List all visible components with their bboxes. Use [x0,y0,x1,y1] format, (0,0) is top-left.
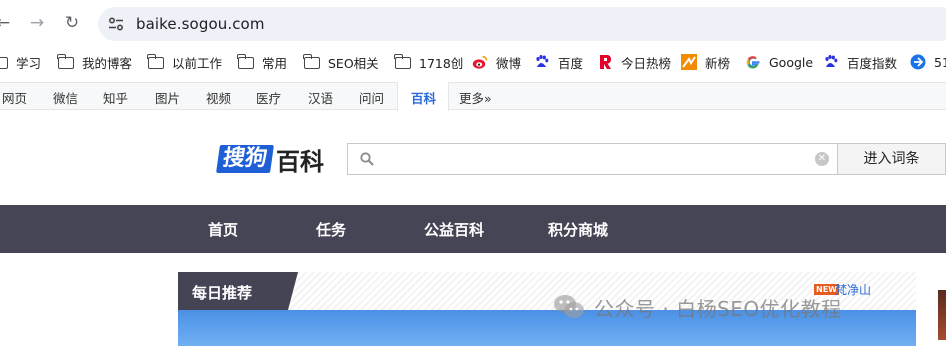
bookmark-label: 微博 [496,55,522,71]
watermark: 公众号 · 白杨SEO优化教程 [552,291,842,323]
baidu-paw-icon [536,55,549,67]
bookmark-rebang[interactable]: 今日热榜 [597,52,671,72]
watermark-text: 公众号 · 白杨SEO优化教程 [594,296,842,321]
google-icon [746,56,760,69]
channel-zhihu[interactable]: 知乎 [103,88,128,107]
folder-icon [394,54,411,69]
bookmark-51[interactable]: 51 [910,52,946,72]
url-text[interactable]: baike.sogou.com [136,15,265,33]
bookmark-xinbang[interactable]: 新榜 [681,52,730,72]
address-bar[interactable]: baike.sogou.com [98,7,946,41]
bookmark-common[interactable]: 常用 [237,52,288,72]
weibo-icon [472,55,488,69]
logo-baike-text: 百科 [276,147,325,176]
bookmark-label: 常用 [262,55,288,71]
reload-icon[interactable]: ↻ [61,12,83,34]
main-nav: 首页 任务 公益百科 积分商城 [0,205,946,253]
bookmark-weibo[interactable]: 微博 [472,52,521,72]
channel-wenwen[interactable]: 问问 [359,88,384,107]
bookmark-1718[interactable]: 1718创 [394,52,464,72]
browser-toolbar: ← → ↻ baike.sogou.com [0,0,946,46]
bookmarks-bar: 学习 我的博客 以前工作 常用 SEO相关 1718创 微博 百度 今日热榜 新… [0,46,946,78]
folder-icon [0,54,8,69]
nav-home[interactable]: 首页 [208,219,238,240]
nav-points-mall[interactable]: 积分商城 [548,219,608,240]
channel-weixin[interactable]: 微信 [53,88,78,107]
forward-icon[interactable]: → [26,12,48,34]
bookmark-label: 新榜 [705,55,731,71]
folder-icon [147,54,164,69]
bookmark-my-blog[interactable]: 我的博客 [57,52,133,72]
bookmark-label: 学习 [16,55,42,71]
bookmark-baidu-index[interactable]: 百度指数 [823,52,897,72]
sogou-baike-logo[interactable]: 搜狗 百科 [216,143,325,176]
bookmark-baidu[interactable]: 百度 [534,52,583,72]
bookmark-label: 今日热榜 [621,55,672,71]
channel-image[interactable]: 图片 [155,88,180,107]
bookmark-previous-work[interactable]: 以前工作 [147,52,223,72]
enter-entry-button[interactable]: 进入词条 [837,143,946,175]
folder-icon [303,54,320,69]
back-icon[interactable]: ← [0,12,14,34]
channel-hanyu[interactable]: 汉语 [308,88,333,107]
site-settings-icon[interactable] [108,16,124,32]
bookmark-seo[interactable]: SEO相关 [303,52,379,72]
logo-sogou-text: 搜狗 [216,145,274,173]
bookmark-study[interactable]: 学习 [0,52,41,72]
bookmark-google[interactable]: Google [745,52,813,72]
bookmark-label: 以前工作 [172,55,223,71]
daily-tab: 每日推荐 [178,272,298,310]
baidu-paw-icon [825,55,838,67]
wechat-icon [554,295,584,318]
channel-baike[interactable]: 百科 [411,88,436,107]
bookmark-label: 我的博客 [82,55,133,71]
bookmark-label: 百度指数 [847,55,898,71]
channel-more[interactable]: 更多» [459,88,492,107]
site-icon [910,54,926,70]
nav-charity-baike[interactable]: 公益百科 [424,219,484,240]
nav-tasks[interactable]: 任务 [316,219,346,240]
bookmark-label: 百度 [558,55,584,71]
bookmark-label: SEO相关 [328,55,379,71]
folder-icon [237,54,254,69]
channel-web[interactable]: 网页 [2,88,27,107]
rebang-icon [600,55,611,69]
search-box: ✕ [347,143,838,175]
channel-bar: 网页 微信 知乎 图片 视频 医疗 汉语 问问 百科 更多» [0,82,946,111]
folder-icon [57,54,74,69]
side-thumbnail[interactable] [938,290,946,340]
daily-title: 每日推荐 [192,284,253,302]
search-input[interactable] [382,148,812,170]
bookmark-label: Google [769,54,814,70]
search-icon [360,152,374,166]
bookmark-label: 51 [934,54,946,70]
channel-video[interactable]: 视频 [206,88,231,107]
channel-medical[interactable]: 医疗 [256,88,281,107]
xinbang-icon [681,54,697,70]
bookmark-label: 1718创 [419,55,464,71]
clear-icon[interactable]: ✕ [815,152,829,166]
